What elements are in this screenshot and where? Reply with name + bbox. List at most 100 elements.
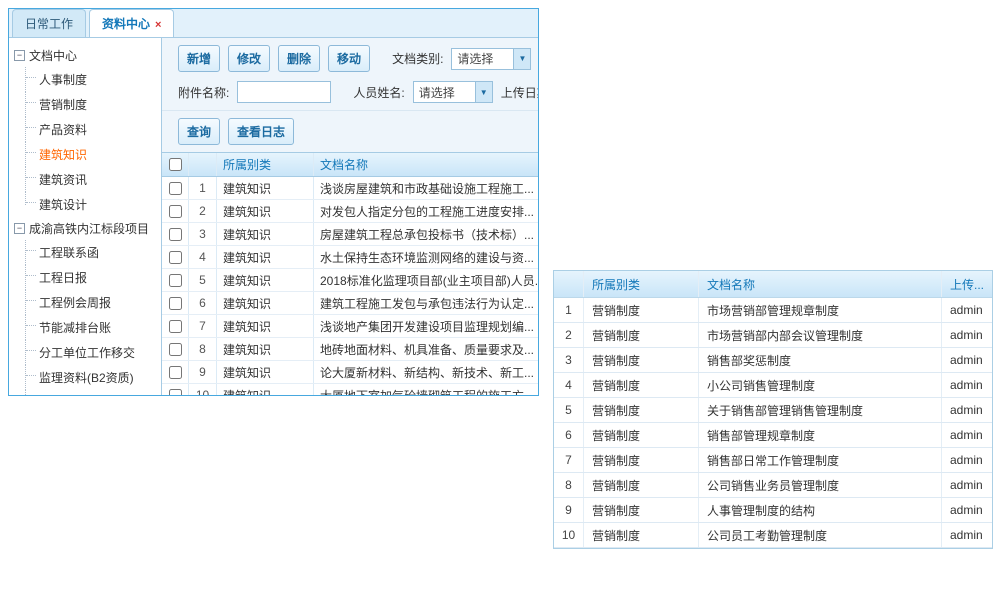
row-category: 建筑知识 [217, 269, 314, 291]
marketing-docs-table: 所属别类 文档名称 上传... 1 营销制度 市场营销部管理规章制度 admin… [553, 270, 993, 549]
category-column-header[interactable]: 所属别类 [217, 153, 314, 176]
checkbox-cell [162, 223, 189, 245]
row-checkbox[interactable] [169, 320, 182, 333]
table-row[interactable]: 10 营销制度 公司员工考勤管理制度 admin [554, 523, 992, 548]
table-row[interactable]: 6 建筑知识 建筑工程施工发包与承包违法行为认定... [162, 292, 538, 315]
row-checkbox[interactable] [169, 251, 182, 264]
name-column-header[interactable]: 文档名称 [314, 153, 538, 176]
content-area: 新增 修改 删除 移动 文档类别: 请选择 ▼ 文档 附件名称: 人员姓名: 请… [162, 38, 538, 395]
table-row[interactable]: 7 建筑知识 浅谈地产集团开发建设项目监理规划编... [162, 315, 538, 338]
move-button[interactable]: 移动 [328, 45, 370, 72]
row-name: 销售部奖惩制度 [699, 348, 942, 372]
table-row[interactable]: 5 营销制度 关于销售部管理销售管理制度 admin [554, 398, 992, 423]
collapse-icon[interactable]: − [14, 223, 25, 234]
table-row[interactable]: 4 营销制度 小公司销售管理制度 admin [554, 373, 992, 398]
row-category: 建筑知识 [217, 246, 314, 268]
tree-item[interactable]: 建筑知识 [22, 142, 159, 167]
row-number: 1 [189, 177, 217, 199]
table-row[interactable]: 7 营销制度 销售部日常工作管理制度 admin [554, 448, 992, 473]
row-uploader: admin [942, 448, 992, 472]
tab-daily-work[interactable]: 日常工作 [12, 9, 86, 37]
row-checkbox[interactable] [169, 274, 182, 287]
table-row[interactable]: 2 建筑知识 对发包人指定分包的工程施工进度安排... [162, 200, 538, 223]
row-category: 建筑知识 [217, 292, 314, 314]
row-number: 4 [554, 373, 584, 397]
row-number: 5 [189, 269, 217, 291]
row-uploader: admin [942, 398, 992, 422]
view-log-button[interactable]: 查看日志 [228, 118, 294, 145]
row-number: 2 [189, 200, 217, 222]
row-name: 公司销售业务员管理制度 [699, 473, 942, 497]
table-row[interactable]: 1 建筑知识 浅谈房屋建筑和市政基础设施工程施工... [162, 177, 538, 200]
row-checkbox[interactable] [169, 389, 182, 396]
tree-item[interactable]: 人事制度 [22, 67, 159, 92]
row-checkbox[interactable] [169, 205, 182, 218]
table-row[interactable]: 5 建筑知识 2018标准化监理项目部(业主项目部)人员... [162, 269, 538, 292]
tree-item[interactable]: 分工单位工作移交 [22, 340, 159, 365]
delete-button[interactable]: 删除 [278, 45, 320, 72]
row-category: 营销制度 [584, 398, 699, 422]
row-category: 建筑知识 [217, 384, 314, 395]
table-row[interactable]: 8 营销制度 公司销售业务员管理制度 admin [554, 473, 992, 498]
table-row[interactable]: 10 建筑知识 大厦地下室加气砼墙砌筑工程的施工方... [162, 384, 538, 395]
tree-item[interactable]: 产品资料 [22, 117, 159, 142]
uploader-column-header[interactable]: 上传... [942, 271, 992, 297]
tree-item[interactable]: 监理资料(B2资质) [22, 365, 159, 390]
row-name: 销售部管理规章制度 [699, 423, 942, 447]
checkbox-cell [162, 361, 189, 383]
table-row[interactable]: 1 营销制度 市场营销部管理规章制度 admin [554, 298, 992, 323]
category-select[interactable]: 请选择 ▼ [451, 48, 531, 70]
query-button[interactable]: 查询 [178, 118, 220, 145]
row-number: 5 [554, 398, 584, 422]
table-row[interactable]: 9 建筑知识 论大厦新材料、新结构、新技术、新工... [162, 361, 538, 384]
category-column-header[interactable]: 所属别类 [584, 271, 699, 297]
table-row[interactable]: 4 建筑知识 水土保持生态环境监测网络的建设与资... [162, 246, 538, 269]
tree-item[interactable]: 营销制度 [22, 92, 159, 117]
table-row[interactable]: 3 建筑知识 房屋建筑工程总承包投标书（技术标）... [162, 223, 538, 246]
row-name: 市场营销部内部会议管理制度 [699, 323, 942, 347]
row-name: 对发包人指定分包的工程施工进度安排... [314, 200, 538, 222]
row-name: 水土保持生态环境监测网络的建设与资... [314, 246, 538, 268]
tree-item[interactable]: 工程例会周报 [22, 290, 159, 315]
tab-data-center[interactable]: 资料中心 × [89, 9, 174, 37]
collapse-icon[interactable]: − [14, 50, 25, 61]
chevron-down-icon[interactable]: ▼ [475, 82, 492, 102]
chevron-down-icon[interactable]: ▼ [513, 49, 530, 69]
tree-item[interactable]: 建筑设计 [22, 192, 159, 217]
select-all-checkbox[interactable] [169, 158, 182, 171]
row-category: 营销制度 [584, 498, 699, 522]
table-row[interactable]: 6 营销制度 销售部管理规章制度 admin [554, 423, 992, 448]
row-checkbox[interactable] [169, 228, 182, 241]
row-name: 公司员工考勤管理制度 [699, 523, 942, 547]
tree-root-document-center[interactable]: − 文档中心 [14, 44, 159, 67]
add-button[interactable]: 新增 [178, 45, 220, 72]
document-table: 所属别类 文档名称 1 建筑知识 浅谈房屋建筑和市政基础设施工程施工... 2 [162, 152, 538, 395]
close-icon[interactable]: × [155, 19, 161, 31]
tree-item[interactable]: 监理资料(B3质量控制) [22, 390, 159, 395]
tree-root-project[interactable]: − 成渝高铁内江标段项目 [14, 217, 159, 240]
row-category: 营销制度 [584, 473, 699, 497]
tree-item[interactable]: 节能减排台账 [22, 315, 159, 340]
row-checkbox[interactable] [169, 182, 182, 195]
tree-item[interactable]: 工程日报 [22, 265, 159, 290]
row-checkbox[interactable] [169, 366, 182, 379]
tree-children: 人事制度营销制度产品资料建筑知识建筑资讯建筑设计 [22, 67, 159, 217]
document-table-body: 1 建筑知识 浅谈房屋建筑和市政基础设施工程施工... 2 建筑知识 对发包人指… [162, 177, 538, 395]
row-name: 销售部日常工作管理制度 [699, 448, 942, 472]
person-select[interactable]: 请选择 ▼ [413, 81, 493, 103]
select-all-cell [162, 153, 189, 176]
tree-item[interactable]: 工程联系函 [22, 240, 159, 265]
attachment-input[interactable] [237, 81, 331, 103]
person-label: 人员姓名: [353, 84, 404, 101]
table-row[interactable]: 9 营销制度 人事管理制度的结构 admin [554, 498, 992, 523]
row-checkbox[interactable] [169, 343, 182, 356]
table-row[interactable]: 8 建筑知识 地砖地面材料、机具准备、质量要求及... [162, 338, 538, 361]
table-row[interactable]: 3 营销制度 销售部奖惩制度 admin [554, 348, 992, 373]
tab-label: 资料中心 [102, 17, 150, 31]
modify-button[interactable]: 修改 [228, 45, 270, 72]
table-row[interactable]: 2 营销制度 市场营销部内部会议管理制度 admin [554, 323, 992, 348]
tree-item[interactable]: 建筑资讯 [22, 167, 159, 192]
row-name: 大厦地下室加气砼墙砌筑工程的施工方... [314, 384, 538, 395]
row-checkbox[interactable] [169, 297, 182, 310]
name-column-header[interactable]: 文档名称 [699, 271, 942, 297]
